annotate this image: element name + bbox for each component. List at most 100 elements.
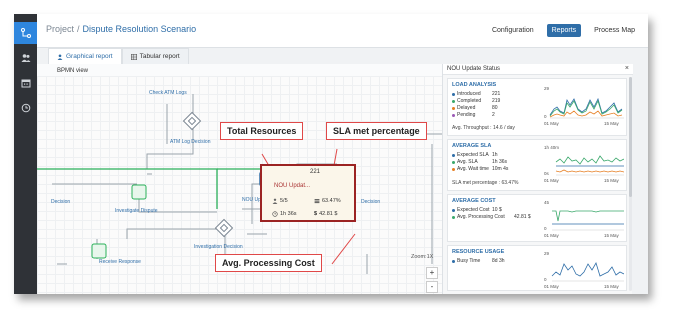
metric-value: 10 $ [492,207,502,213]
popup-count: 221 [310,169,321,175]
clock-icon [21,103,30,113]
task-receive-response[interactable] [91,243,107,259]
legend-dot [452,208,455,212]
legend-dot [452,259,455,263]
breadcrumb-separator: / [77,24,80,34]
axis-tick: 0 [544,114,547,119]
gateway-atm-log[interactable] [182,111,202,131]
popup-staff: 5/5 [272,198,288,204]
metric-value: 8d 3h [492,258,505,264]
page-title: Dispute Resolution Scenario [82,24,197,34]
axis-tick: 0 [544,277,547,282]
card-title: RESOURCE USAGE [452,249,505,255]
nav-process-map[interactable]: Process Map [589,24,640,37]
legend-dot [452,153,455,157]
node-label-investigate-dispute: Investigate Dispute [115,208,158,214]
calendar-icon [21,79,30,88]
dollar-icon: $ [314,211,318,217]
metric-row: Expected Cost 10 $ [452,207,502,213]
card-average-sla: AVERAGE SLA Expected SLA 1h Avg. SLA 1h 36… [447,139,627,191]
nav-reports[interactable]: Reports [546,24,582,37]
metric-row: Delayed 80 [452,105,498,111]
sidebar-item-users[interactable] [14,47,37,69]
axis-tick: 15 May [604,121,620,126]
task-investigate-dispute[interactable] [131,184,147,200]
sidebar-item-calendar[interactable] [14,72,37,94]
table-icon [130,53,137,60]
tab-tabular-report[interactable]: Tabular report [121,48,189,64]
node-label-atm-log-decision: ATM Log Decision [170,139,211,145]
gateway-investigation[interactable] [214,218,234,238]
legend-dot [452,215,455,219]
card-load-analysis: LOAD ANALYSIS Introduced 221 Completed 219… [447,78,627,136]
metric-value: 42.81 $ [514,214,531,220]
metric-value: 1h [492,152,498,158]
metric-row: Completed 219 [452,98,500,104]
sidebar-item-history[interactable] [14,97,37,119]
zoom-level: Zoom:1X [411,254,434,260]
popup-percentage: 63.47% [314,198,341,204]
sparkline-load: 29 0 01 May 15 May [544,86,624,126]
nav-configuration[interactable]: Configuration [487,24,539,37]
left-sidebar [14,14,37,294]
axis-tick: 29 [544,251,550,256]
close-icon[interactable]: × [625,65,629,72]
metric-row: Avg. Processing Cost 42.81 $ [452,214,531,220]
metric-row: Avg. Wait time 10m 4s [452,166,508,172]
legend-dot [452,160,455,164]
bpmn-canvas[interactable]: BPMN view Check ATM Logs ATM Log Decisio… [37,64,442,294]
card-resource-usage: RESOURCE USAGE Busy Time 8d 3h 29 0 01 Ma… [447,245,627,291]
popup-cost: $ 42.81 $ [314,211,337,217]
flow-icon [20,28,31,38]
tab-graphical-report[interactable]: Graphical report [48,48,122,64]
panel-scrollbar[interactable] [629,77,632,291]
report-tabs: Graphical report Tabular report [48,48,189,64]
breadcrumb-root[interactable]: Project [46,24,74,34]
sidebar-item-processes[interactable] [14,22,37,44]
metric-label: Avg. SLA [457,159,478,165]
status-panel: NOU Update Status × LOAD ANALYSIS Introd… [442,64,633,294]
metric-row: Busy Time 8d 3h [452,258,505,264]
legend-dot [452,106,455,110]
popup-percentage-value: 63.47% [322,198,341,204]
top-nav: Configuration Reports Process Map [487,24,640,37]
metric-label: Pending [457,112,476,118]
sparkline-sla: 1h 40m 0s 01 May 15 May [544,145,624,183]
staff-icon [272,198,278,204]
axis-tick: 0 [544,226,547,231]
axis-tick: 1h 40m [544,145,559,150]
axis-tick: 01 May [544,121,560,126]
axis-tick: 01 May [544,284,560,289]
app-window: Project / Dispute Resolution Scenario Conf… [14,14,648,294]
panel-title: NOU Update Status [447,66,501,72]
axis-tick: 29 [544,86,550,91]
card-average-cost: AVERAGE COST Expected Cost 10 $ Avg. Proc… [447,194,627,242]
node-label-receive-response: Receive Response [99,259,141,265]
legend-dot [452,92,455,96]
metric-label: Avg. Processing Cost [457,214,505,220]
card-title: AVERAGE SLA [452,143,492,149]
metric-label: Introduced [457,91,481,97]
zoom-out-button[interactable]: - [426,281,438,293]
metric-row: Pending 2 [452,112,495,118]
node-label-decision: Decision [361,199,381,205]
flow-line [146,128,194,169]
metric-label: Completed [457,98,482,104]
task-status-popup[interactable]: 221 NOU Updat... 5/5 63.47% 1h 36s $ 42.… [260,164,356,222]
panel-scroll-thumb[interactable] [629,77,632,197]
axis-tick: 01 May [544,233,560,238]
tab-tabular-report-label: Tabular report [139,53,180,60]
metric-row: Avg. SLA 1h 36s [452,159,507,165]
metric-label: Avg. Wait time [457,166,489,172]
person-icon [57,53,63,60]
zoom-in-button[interactable]: + [426,267,438,279]
popup-time: 1h 36s [272,211,297,217]
axis-tick: 01 May [544,178,560,183]
metric-label: Busy Time [457,258,481,264]
node-label-left-decision: Decision [51,199,71,205]
panel-header: NOU Update Status × [443,64,633,75]
node-label-investigation-decision: Investigation Decision [194,244,243,250]
axis-tick: 15 May [604,233,620,238]
metric-value: 80 [492,105,498,111]
axis-tick: 15 May [604,284,620,289]
